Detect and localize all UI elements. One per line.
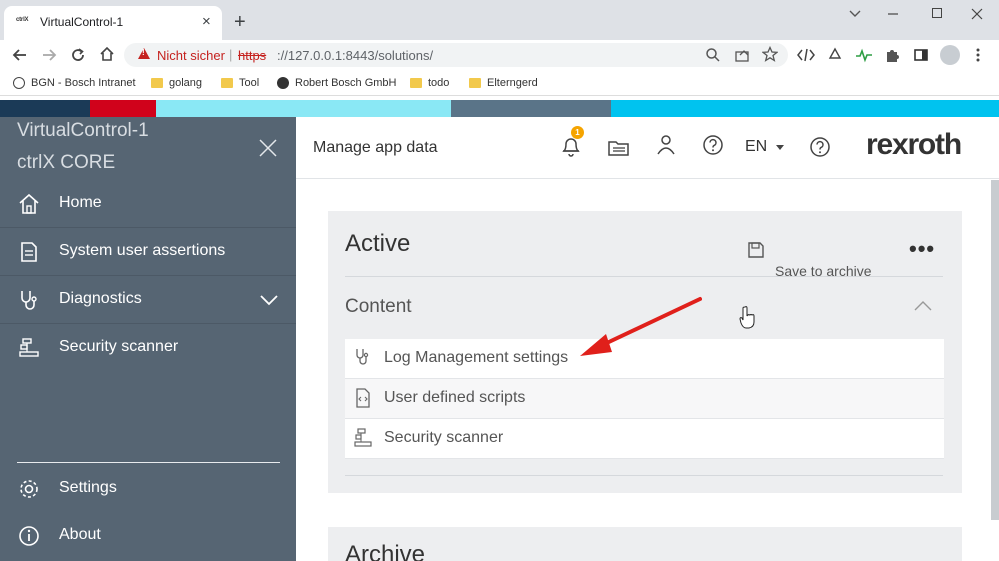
warning-icon-mark: ! [142,48,145,57]
folder-icon [221,78,233,88]
new-tab-button[interactable]: + [234,11,246,33]
bookmark-item[interactable]: Tool [221,77,259,89]
folder-icon [469,78,481,88]
tab-favicon: ctrlX [16,17,29,23]
sidebar-item-label: Security scanner [59,338,179,355]
hand-cursor-icon [739,306,755,329]
sidebar-item-diagnostics[interactable] [0,276,296,324]
stripe-segment [451,100,611,117]
url-separator: | [229,47,233,62]
extension-pulse-icon[interactable] [855,47,873,63]
active-card-title: Active [345,230,411,257]
caret-down-icon[interactable] [776,145,784,150]
sidebar-item-label: System user assertions [59,242,226,259]
notification-badge: 1 [571,126,584,139]
profile-avatar-icon[interactable] [940,45,960,65]
sidebar-item-label: Settings [59,479,117,496]
sidebar-divider [17,462,280,463]
side-panel-icon[interactable] [913,47,929,63]
list-item-label: User defined scripts [384,389,526,406]
scanner-icon [354,428,372,447]
globe-icon [13,77,25,89]
chevron-up-icon[interactable] [914,300,932,312]
sidebar-item-about[interactable] [0,512,296,560]
stripe-segment [0,100,90,117]
bookmark-label: golang [169,77,203,89]
bookmark-item[interactable]: todo [410,77,449,89]
sidebar-product-name: ctrlX CORE [17,152,116,173]
back-icon[interactable] [12,47,28,63]
github-icon [277,77,289,89]
share-icon[interactable] [734,47,750,63]
help-icon[interactable] [702,134,724,156]
url-scheme[interactable]: https [238,48,266,63]
folder-icon [151,78,163,88]
bookmark-star-icon[interactable] [762,46,778,62]
list-item-label: Security scanner [384,429,504,446]
save-icon[interactable] [747,241,765,259]
bookmark-item[interactable]: BGN - Bosch Intranet [13,77,136,89]
home-browser-icon[interactable] [99,46,115,62]
archive-card-title: Archive [345,541,426,561]
tab-search-icon[interactable] [848,7,862,21]
card-divider [345,475,943,476]
card-divider [345,276,943,277]
bookmark-item[interactable]: Robert Bosch GmbH [277,77,396,89]
forward-icon[interactable] [41,47,57,63]
bookmark-label: Tool [239,77,260,89]
bookmark-item[interactable]: golang [151,77,202,89]
minimize-icon[interactable] [886,7,900,21]
script-icon [356,388,370,408]
sidebar-app-name: VirtualControl-1 [17,120,149,141]
stethoscope-icon [356,349,369,365]
page-title: Manage app data [313,139,438,156]
sidebar-item-home[interactable] [0,180,296,228]
brand-logo: rexroth [866,128,962,161]
scanner-icon [19,338,39,357]
tab-title: VirtualControl-1 [40,15,124,29]
bookmark-label: Robert Bosch GmbH [295,77,397,89]
recycle-icon[interactable] [827,47,843,63]
extensions-icon[interactable] [884,47,900,63]
help-icon[interactable] [809,136,831,158]
sidebar-item-label: Diagnostics [59,290,142,307]
home-icon [19,193,39,214]
browser-menu-icon[interactable] [975,47,981,63]
document-icon [21,242,37,262]
scrollbar[interactable] [991,180,999,520]
stripe-segment [611,100,999,117]
content-section-title: Content [345,296,412,317]
close-window-icon[interactable] [970,7,984,21]
reload-icon[interactable] [70,47,86,63]
zoom-icon[interactable] [705,47,721,63]
bookmark-label: Elterngerd [487,77,538,89]
user-icon[interactable] [656,134,676,156]
bookmark-label: todo [428,77,450,89]
info-icon [19,526,39,546]
folder-icon [410,78,422,88]
devtools-icon[interactable] [797,47,815,63]
tab-close-icon[interactable]: × [202,12,211,32]
stethoscope-icon [21,291,37,310]
more-options-icon[interactable]: ••• [909,236,935,262]
url-text[interactable]: ://127.0.0.1:8443/solutions/ [277,48,433,63]
security-status[interactable]: Nicht sicher [157,48,225,63]
annotation-arrow [580,297,702,356]
maximize-icon[interactable] [932,8,942,18]
stripe-segment [90,100,156,117]
language-selector[interactable]: EN [745,138,767,156]
brand-color-stripe [0,100,999,117]
stripe-segment [156,100,451,117]
bookmark-label: BGN - Bosch Intranet [31,77,136,89]
list-item-label: Log Management settings [384,349,569,366]
sidebar-item-label: Home [59,194,102,211]
close-sidebar-icon[interactable] [258,138,278,158]
bookmark-item[interactable]: Elterngerd [469,77,538,89]
chevron-down-icon[interactable] [260,294,278,306]
folder-open-icon[interactable] [607,137,631,159]
gear-icon [20,480,38,498]
sidebar-item-label: About [59,526,101,543]
sidebar-item-settings[interactable] [0,465,296,513]
